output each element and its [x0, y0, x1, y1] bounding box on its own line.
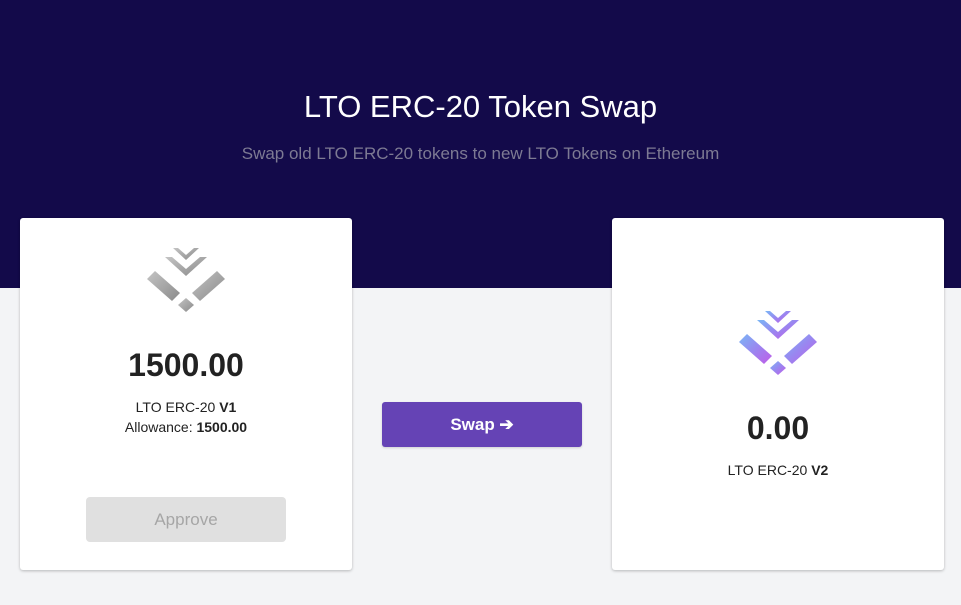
lto-logo-purple-icon [739, 311, 817, 375]
source-token-card: 1500.00 LTO ERC-20 V1 Allowance: 1500.00… [20, 218, 352, 570]
allowance-label: Allowance: [124, 419, 193, 435]
source-token-version: V1 [219, 399, 237, 415]
target-token-name: LTO ERC-20 V2 [612, 461, 944, 479]
source-token-name: LTO ERC-20 V1 [20, 398, 352, 416]
swap-button[interactable]: Swap ➔ [382, 402, 582, 447]
target-token-prefix: LTO ERC-20 [727, 462, 808, 478]
source-balance: 1500.00 [128, 347, 244, 383]
source-token-prefix: LTO ERC-20 [135, 399, 216, 415]
target-token-version: V2 [811, 462, 829, 478]
approve-button[interactable]: Approve [86, 497, 286, 542]
allowance-value: 1500.00 [196, 419, 248, 435]
page-title: LTO ERC-20 Token Swap [303, 89, 658, 124]
target-token-card: 0.00 LTO ERC-20 V2 [612, 218, 944, 570]
page-subtitle: Swap old LTO ERC-20 tokens to new LTO To… [241, 144, 720, 163]
target-balance: 0.00 [746, 410, 810, 446]
lto-logo-gray-icon [147, 248, 225, 312]
allowance-line: Allowance: 1500.00 [20, 418, 352, 436]
